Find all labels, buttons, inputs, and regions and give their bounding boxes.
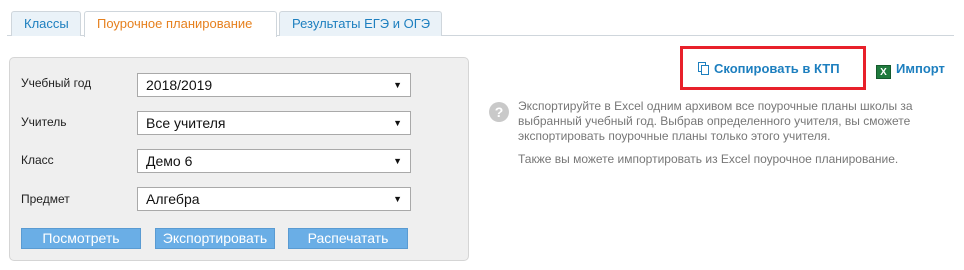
tab-lesson-planning[interactable]: Поурочное планирование [84,11,277,37]
export-button[interactable]: Экспортировать [155,228,275,249]
copy-to-ktp-link[interactable]: Скопировать в КТП [698,61,840,76]
help-icon: ? [489,102,509,122]
print-button[interactable]: Распечатать [288,228,408,249]
subject-label: Предмет [21,192,70,206]
tab-bar: Классы Поурочное планирование Результаты… [0,0,964,37]
teacher-label: Учитель [21,115,67,129]
subject-select-value: Алгебра [146,191,200,207]
help-text-export: Экспортируйте в Excel одним архивом все … [518,99,913,143]
copy-to-ktp-label: Скопировать в КТП [714,61,840,76]
chevron-down-icon: ▼ [393,80,402,90]
year-select-value: 2018/2019 [146,77,213,93]
teacher-select-value: Все учителя [146,115,226,131]
view-button[interactable]: Посмотреть [21,228,141,249]
tab-exam-results[interactable]: Результаты ЕГЭ и ОГЭ [279,11,442,36]
import-label: Импорт [896,61,945,76]
subject-select[interactable]: Алгебра ▼ [137,187,411,211]
class-select[interactable]: Демо 6 ▼ [137,149,411,173]
year-label: Учебный год [21,76,92,90]
chevron-down-icon: ▼ [393,194,402,204]
year-select[interactable]: 2018/2019 ▼ [137,73,411,97]
excel-icon: X [876,65,891,79]
chevron-down-icon: ▼ [393,118,402,128]
teacher-select[interactable]: Все учителя ▼ [137,111,411,135]
tab-classes[interactable]: Классы [11,11,81,36]
class-label: Класс [21,153,54,167]
help-text-import: Также вы можете импортировать из Excel п… [518,152,899,166]
copy-icon [698,62,710,75]
import-link[interactable]: X Импорт [876,61,945,79]
filter-panel: Учебный год 2018/2019 ▼ Учитель Все учит… [9,57,469,261]
class-select-value: Демо 6 [146,153,193,169]
chevron-down-icon: ▼ [393,156,402,166]
